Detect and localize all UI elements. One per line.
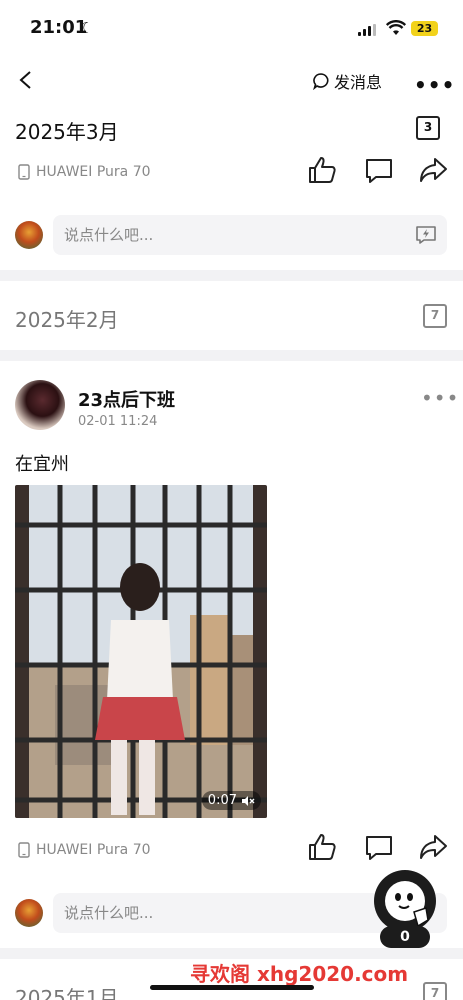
month-title-january: 2025年1月 xyxy=(15,986,119,1000)
device-info: HUAWEI Pura 70 xyxy=(18,842,151,858)
video-thumbnail[interactable]: 0:07 xyxy=(15,485,267,818)
home-indicator[interactable] xyxy=(150,985,314,990)
device-info: HUAWEI Pura 70 xyxy=(18,164,151,180)
phone-icon xyxy=(18,842,30,858)
phone-icon xyxy=(18,164,30,180)
battery-indicator: 23 xyxy=(411,21,438,36)
section-divider xyxy=(0,270,463,281)
device-label: HUAWEI Pura 70 xyxy=(36,842,151,858)
comment-icon[interactable] xyxy=(364,156,394,186)
watermark: 寻欢阁 xhg2020.com xyxy=(190,962,409,986)
comment-icon[interactable] xyxy=(364,833,394,863)
device-label: HUAWEI Pura 70 xyxy=(36,164,151,180)
like-icon[interactable] xyxy=(307,155,337,185)
mute-icon[interactable] xyxy=(241,795,255,807)
signal-icon xyxy=(358,24,378,36)
calendar-icon[interactable]: 7 xyxy=(423,304,447,328)
month-title-march: 2025年3月 xyxy=(15,120,119,144)
floating-count-badge: 0 xyxy=(380,926,430,948)
video-duration: 0:07 xyxy=(207,793,237,808)
post-more-icon[interactable]: ••• xyxy=(421,386,459,410)
status-time: 21:01 xyxy=(30,17,88,38)
avatar xyxy=(15,221,43,249)
post-text: 在宜州 xyxy=(15,454,69,475)
send-message-button[interactable]: 发消息 xyxy=(312,71,383,92)
section-divider xyxy=(0,350,463,361)
like-icon[interactable] xyxy=(307,832,337,862)
post-timestamp: 02-01 11:24 xyxy=(78,414,158,429)
calendar-icon[interactable]: 7 xyxy=(423,982,447,1000)
chat-bubble-icon xyxy=(313,73,329,90)
video-duration-badge: 0:07 xyxy=(201,791,261,810)
calendar-icon[interactable]: 3 xyxy=(416,116,440,140)
avatar[interactable] xyxy=(15,380,65,430)
flash-comment-icon[interactable] xyxy=(415,225,437,245)
wifi-icon xyxy=(386,20,406,35)
username[interactable]: 23点后下班 xyxy=(78,386,175,412)
floating-assistant-button[interactable] xyxy=(374,870,436,932)
avatar xyxy=(15,899,43,927)
send-message-label: 发消息 xyxy=(334,73,383,92)
share-icon[interactable] xyxy=(418,155,448,185)
video-frame-image xyxy=(15,485,267,818)
month-title-february: 2025年2月 xyxy=(15,308,119,332)
share-icon[interactable] xyxy=(418,832,448,862)
assistant-face-icon xyxy=(385,881,429,928)
moon-icon: ☾ xyxy=(80,19,94,37)
more-options-icon[interactable]: ••• xyxy=(414,73,455,97)
comment-input[interactable]: 说点什么吧... xyxy=(53,215,447,255)
back-icon[interactable] xyxy=(18,70,34,90)
